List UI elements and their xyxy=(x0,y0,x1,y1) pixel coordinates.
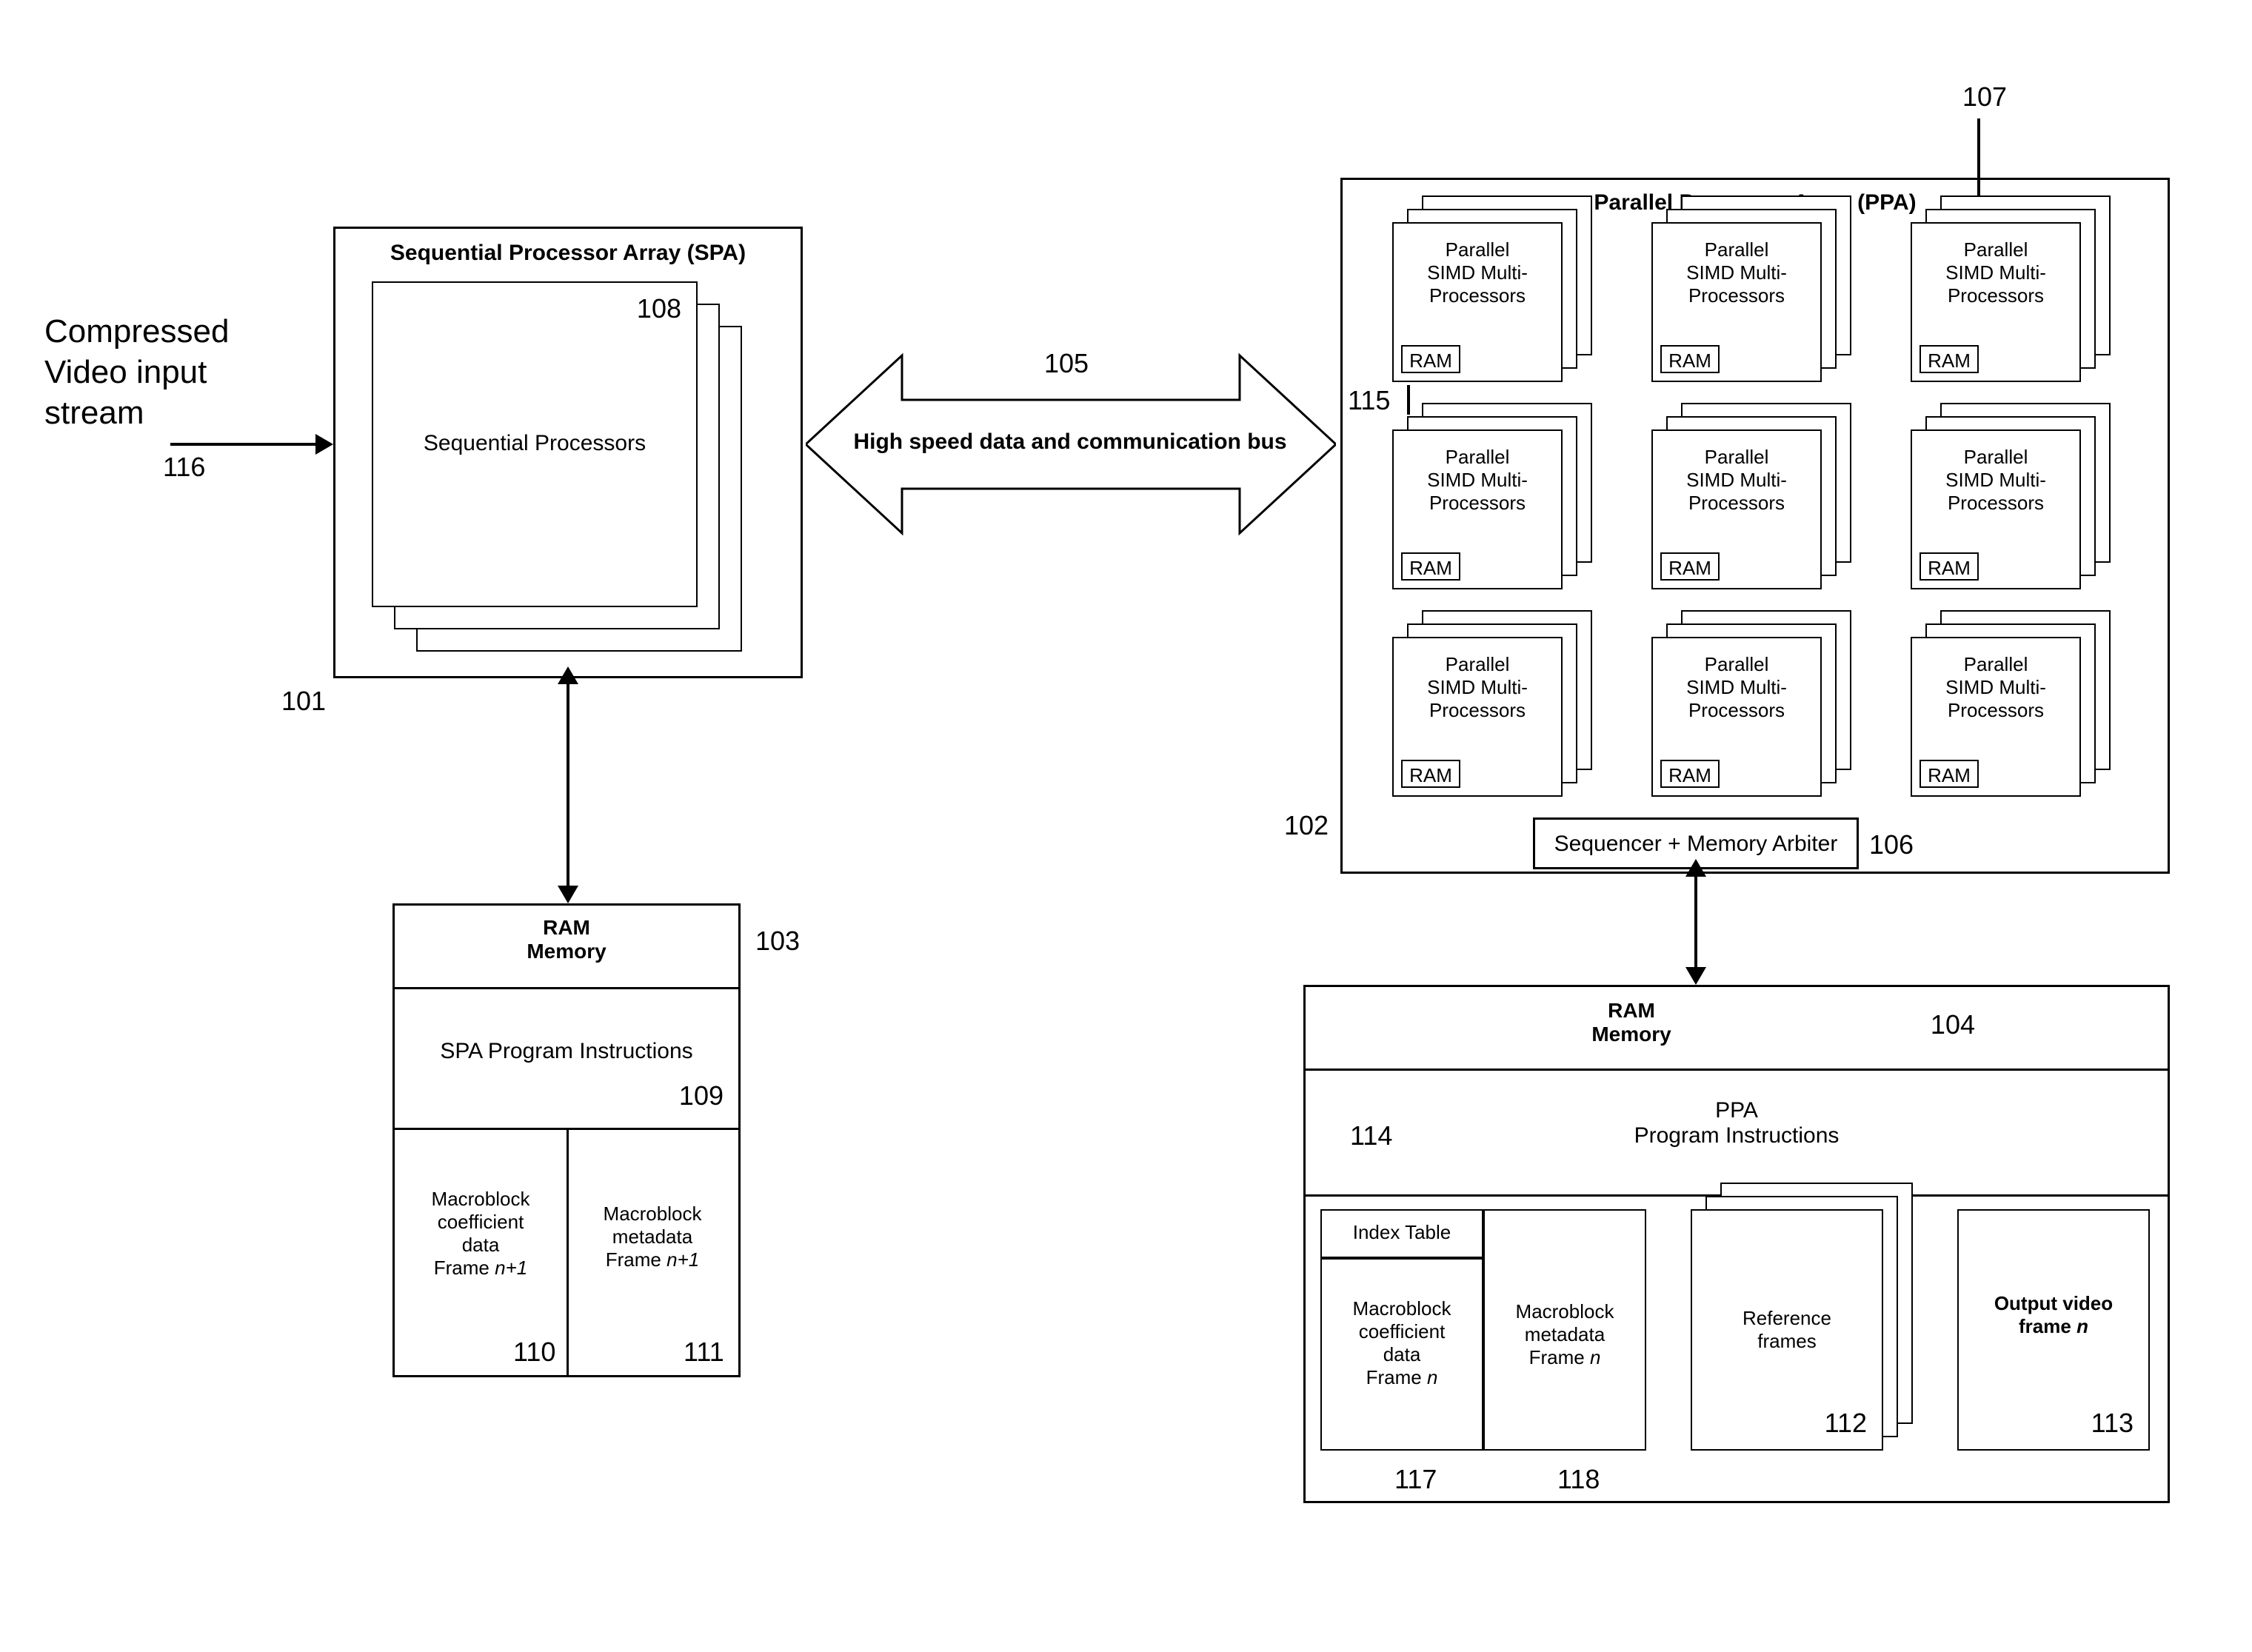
ram-right-refframes: Reference frames 112 xyxy=(1691,1209,1928,1451)
ram-right-coef: Macroblock coefficient data Frame n xyxy=(1322,1274,1482,1389)
ppa-node: Parallel SIMD Multi- Processors RAM xyxy=(1911,222,2118,385)
ram-left: RAM Memory SPA Program Instructions 109 … xyxy=(392,903,741,1377)
bus-label: High speed data and communication bus xyxy=(837,429,1303,455)
ref-108: 108 xyxy=(637,293,681,324)
ram-right-title: RAM Memory xyxy=(1557,999,1705,1046)
ppa-node: Parallel SIMD Multi- Processors RAM xyxy=(1911,637,2118,800)
ppa-node: Parallel SIMD Multi- Processors RAM xyxy=(1392,429,1600,592)
ref-103: 103 xyxy=(755,926,800,957)
ref-111: 111 xyxy=(684,1337,724,1368)
ram-right-index: Index Table xyxy=(1322,1221,1482,1244)
ref-115: 115 xyxy=(1348,385,1390,416)
ref-110: 110 xyxy=(513,1337,555,1368)
ram-right-meta: Macroblock metadata Frame n xyxy=(1485,1277,1645,1369)
ppa-node: Parallel SIMD Multi- Processors RAM xyxy=(1651,222,1859,385)
ram-right-prog: PPA Program Instructions xyxy=(1306,1098,2168,1148)
spa-sequential-processors: 108 Sequential Processors xyxy=(372,281,772,652)
ram-right-output: Output video frame n 113 xyxy=(1957,1209,2150,1451)
ram-right: RAM Memory 104 PPA Program Instructions … xyxy=(1303,985,2170,1503)
ref-102: 102 xyxy=(1284,810,1329,841)
ppa-node: Parallel SIMD Multi- Processors RAM xyxy=(1392,222,1600,385)
ref-114: 114 xyxy=(1350,1120,1392,1151)
ref-105: 105 xyxy=(1029,348,1103,379)
ppa-node: Parallel SIMD Multi- Processors RAM xyxy=(1651,637,1859,800)
ram-left-title: RAM Memory xyxy=(395,916,738,963)
input-stream-label: Compressed Video input stream xyxy=(44,311,326,433)
ppa-node: Parallel SIMD Multi- Processors RAM xyxy=(1911,429,2118,592)
ram-left-meta: Macroblock metadata Frame n+1 xyxy=(567,1180,738,1271)
ref-109: 109 xyxy=(679,1080,724,1111)
ref-112: 112 xyxy=(1825,1408,1867,1439)
ref-117: 117 xyxy=(1394,1464,1437,1495)
ref-104: 104 xyxy=(1931,1009,1975,1040)
spa-title: Sequential Processor Array (SPA) xyxy=(335,241,801,266)
ref-118: 118 xyxy=(1557,1464,1600,1495)
ref-101: 101 xyxy=(281,686,326,717)
spa-proc-label: Sequential Processors xyxy=(373,431,696,456)
ppa-node: Parallel SIMD Multi- Processors RAM xyxy=(1392,637,1600,800)
ref-107: 107 xyxy=(1962,81,2007,113)
ram-left-prog: SPA Program Instructions xyxy=(395,1039,738,1064)
ppa-grid: Parallel SIMD Multi- Processors RAM Para… xyxy=(1392,222,2133,807)
ref-106: 106 xyxy=(1869,829,1914,860)
ppa-node: Parallel SIMD Multi- Processors RAM xyxy=(1651,429,1859,592)
ram-left-coef: Macroblock coefficient data Frame n+1 xyxy=(395,1165,567,1280)
ref-113: 113 xyxy=(2091,1408,2134,1439)
ref-116: 116 xyxy=(163,452,205,483)
